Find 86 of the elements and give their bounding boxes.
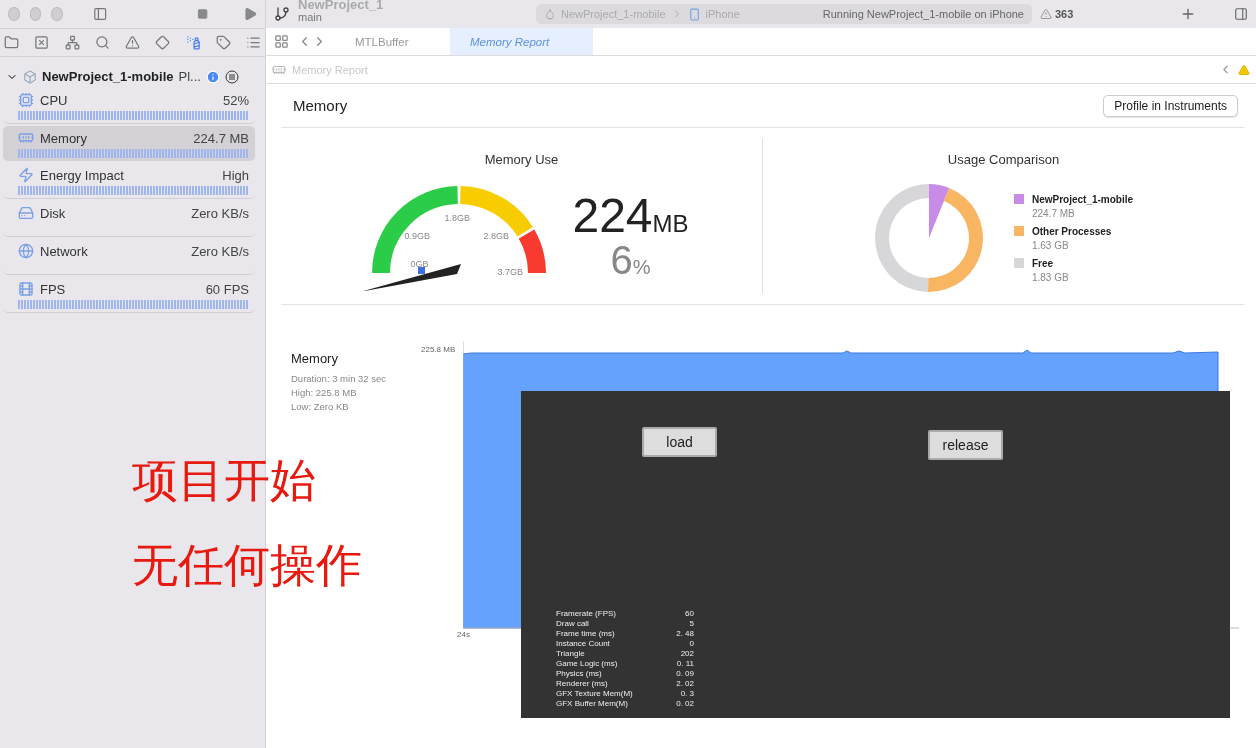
stat-label: Game Logic (ms): [556, 659, 619, 669]
app-icon: [23, 69, 37, 84]
play-icon[interactable]: [242, 5, 257, 23]
navigator-tab-icon[interactable]: [94, 35, 110, 50]
metric-icon: [18, 130, 34, 146]
memory-percent: 6%: [610, 240, 651, 280]
add-icon[interactable]: [1180, 6, 1196, 22]
navigator-tab-icon[interactable]: [185, 35, 201, 50]
legend-value: 1.83 GB: [1031, 271, 1070, 283]
navigator-tab-icon[interactable]: [155, 35, 171, 50]
warning-icon[interactable]: [1238, 63, 1250, 76]
metric-icon: [18, 92, 34, 108]
stat-value: 0: [688, 639, 694, 649]
timeline-detail: Duration: 3 min 32 sec: [291, 373, 388, 384]
stat-label: Physics (ms): [556, 669, 603, 679]
warning-count[interactable]: 363: [1040, 8, 1074, 20]
process-name: NewProject_1-mobile: [42, 69, 174, 84]
stat-label: Triangle: [556, 649, 586, 659]
navigator-item[interactable]: Network Zero KB/s: [3, 239, 255, 275]
stat-value: 0. 02: [675, 699, 694, 709]
run-status: Running NewProject_1-mobile on iPhone: [822, 8, 1024, 20]
stat-label: Draw call: [556, 619, 590, 629]
stat-value: 0. 3: [679, 689, 694, 699]
navigator-item[interactable]: Memory 224.7 MB: [3, 126, 255, 161]
stat-value: 2. 48: [675, 629, 694, 639]
legend-label: NewProject_1-mobile: [1031, 193, 1134, 205]
metric-icon: [18, 205, 34, 221]
metric-icon: [18, 167, 34, 183]
panel-title: Usage Comparison: [947, 152, 1060, 167]
stat-value: 5: [688, 619, 694, 629]
branch-icon: [274, 6, 290, 22]
navigator-tab-icon[interactable]: [125, 35, 140, 50]
phone-icon: [687, 7, 701, 21]
legend-label: Free: [1031, 257, 1055, 269]
metric-icon: [18, 243, 34, 259]
legend-label: Other Processes: [1031, 225, 1113, 237]
inspector-toggle-icon[interactable]: [1234, 7, 1248, 21]
annotation-text: 项目开始: [132, 452, 316, 509]
gauge-tick-label: 1.8GB: [444, 213, 470, 223]
stat-value: 0. 11: [675, 659, 694, 669]
stat-label: Frame time (ms): [556, 629, 616, 639]
stop-icon[interactable]: [197, 7, 209, 21]
legend-value: 224.7 MB: [1031, 207, 1076, 219]
grid-icon[interactable]: [274, 34, 289, 49]
stat-label: GFX Buffer Mem(M): [556, 699, 629, 709]
timeline-title: Memory: [291, 351, 339, 366]
profile-button[interactable]: Profile in Instruments: [1103, 94, 1238, 117]
game-button[interactable]: load: [642, 427, 717, 457]
stat-value: 60: [684, 609, 694, 619]
annotation-text: 无任何操作: [132, 537, 362, 594]
timeline-detail: Low: Zero KB: [291, 401, 350, 412]
branch-name: main: [298, 12, 322, 24]
info-icon[interactable]: [205, 69, 220, 84]
navigator-tab-icon[interactable]: [4, 35, 19, 50]
navigator-item[interactable]: Energy Impact High: [3, 163, 255, 199]
stat-label: GFX Texture Mem(M): [556, 689, 634, 699]
stat-value: 0. 09: [675, 669, 694, 679]
navigator-item[interactable]: CPU 52%: [3, 88, 255, 124]
process-suffix: Pl...: [178, 69, 201, 84]
stat-value: 202: [679, 649, 694, 659]
stat-label: Framerate (FPS): [556, 609, 617, 619]
stat-label: Renderer (ms): [556, 679, 609, 689]
navigator-tab-icon[interactable]: [246, 35, 261, 50]
gauge-tick-label: 2.8GB: [483, 231, 509, 241]
navigator-item[interactable]: FPS 60 FPS: [3, 277, 255, 313]
report-title: Memory: [293, 97, 348, 114]
warning-icon: [1040, 8, 1052, 20]
x-axis-label: 24s: [457, 630, 470, 639]
navigator-tab-icon[interactable]: [34, 35, 50, 50]
stat-label: Instance Count: [556, 639, 611, 649]
navigator-tab-icon[interactable]: [215, 35, 231, 50]
stat-value: 2. 02: [675, 679, 694, 689]
navigator-item[interactable]: Disk Zero KB/s: [3, 201, 255, 237]
gauge-tick-label: 3.7GB: [497, 267, 523, 277]
gauge-tick-label: 0GB: [410, 259, 429, 269]
navigator-tab-icon[interactable]: [64, 35, 80, 50]
y-axis-label: 225.8 MB: [421, 345, 456, 354]
gauge-tick-label: 0.9GB: [404, 231, 430, 241]
timeline-detail: High: 225.8 MB: [291, 387, 358, 398]
game-button[interactable]: release: [928, 430, 1003, 460]
memory-amount: 224MB: [572, 192, 689, 240]
project-name: NewProject_1: [298, 0, 385, 13]
legend-value: 1.63 GB: [1031, 239, 1070, 251]
metric-icon: [18, 281, 34, 297]
sidebar-toggle-icon[interactable]: [92, 5, 108, 23]
panel-title: Memory Use: [484, 152, 559, 167]
